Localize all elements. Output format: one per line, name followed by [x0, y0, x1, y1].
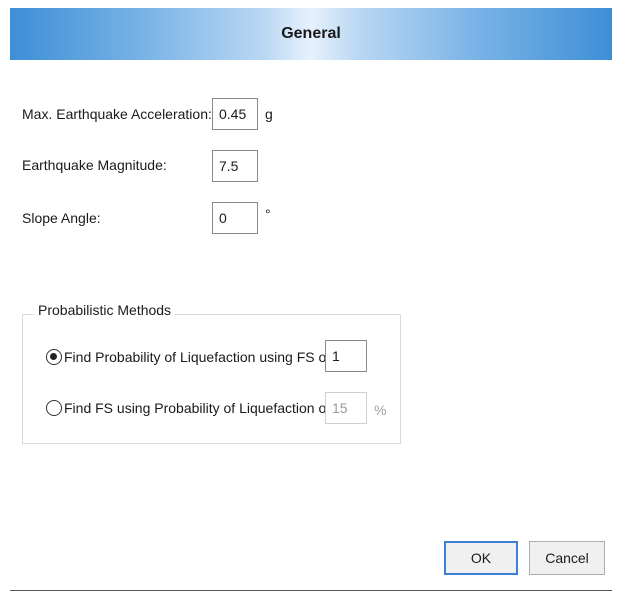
top-strip — [0, 0, 617, 8]
max-acceleration-input[interactable]: 0.45 — [212, 98, 258, 130]
probabilistic-methods-title: Probabilistic Methods — [34, 302, 176, 318]
slope-angle-label: Slope Angle: — [22, 210, 101, 226]
radio-selected-dot — [50, 353, 57, 360]
fs-using-probability-label[interactable]: Find FS using Probability of Liquefactio… — [64, 400, 330, 416]
probabilistic-methods-group — [22, 314, 401, 444]
general-dialog: General Max. Earthquake Acceleration: 0.… — [0, 0, 617, 595]
max-acceleration-unit: g — [265, 106, 273, 122]
magnitude-input[interactable]: 7.5 — [212, 150, 258, 182]
slope-angle-unit: ° — [265, 206, 271, 222]
ok-button[interactable]: OK — [444, 541, 518, 575]
dialog-title: General — [281, 25, 341, 42]
probability-unit: % — [374, 402, 387, 418]
magnitude-label: Earthquake Magnitude: — [22, 157, 167, 173]
probability-using-fs-label[interactable]: Find Probability of Liquefaction using F… — [64, 349, 330, 365]
max-acceleration-label: Max. Earthquake Acceleration: — [22, 106, 212, 122]
fs-using-probability-radio[interactable] — [46, 400, 62, 416]
bottom-border — [10, 590, 612, 591]
fs-input[interactable]: 1 — [325, 340, 367, 372]
slope-angle-input[interactable]: 0 — [212, 202, 258, 234]
cancel-button[interactable]: Cancel — [529, 541, 605, 575]
probability-input[interactable]: 15 — [325, 392, 367, 424]
dialog-header: General — [10, 8, 612, 60]
probability-using-fs-radio[interactable] — [46, 349, 62, 365]
